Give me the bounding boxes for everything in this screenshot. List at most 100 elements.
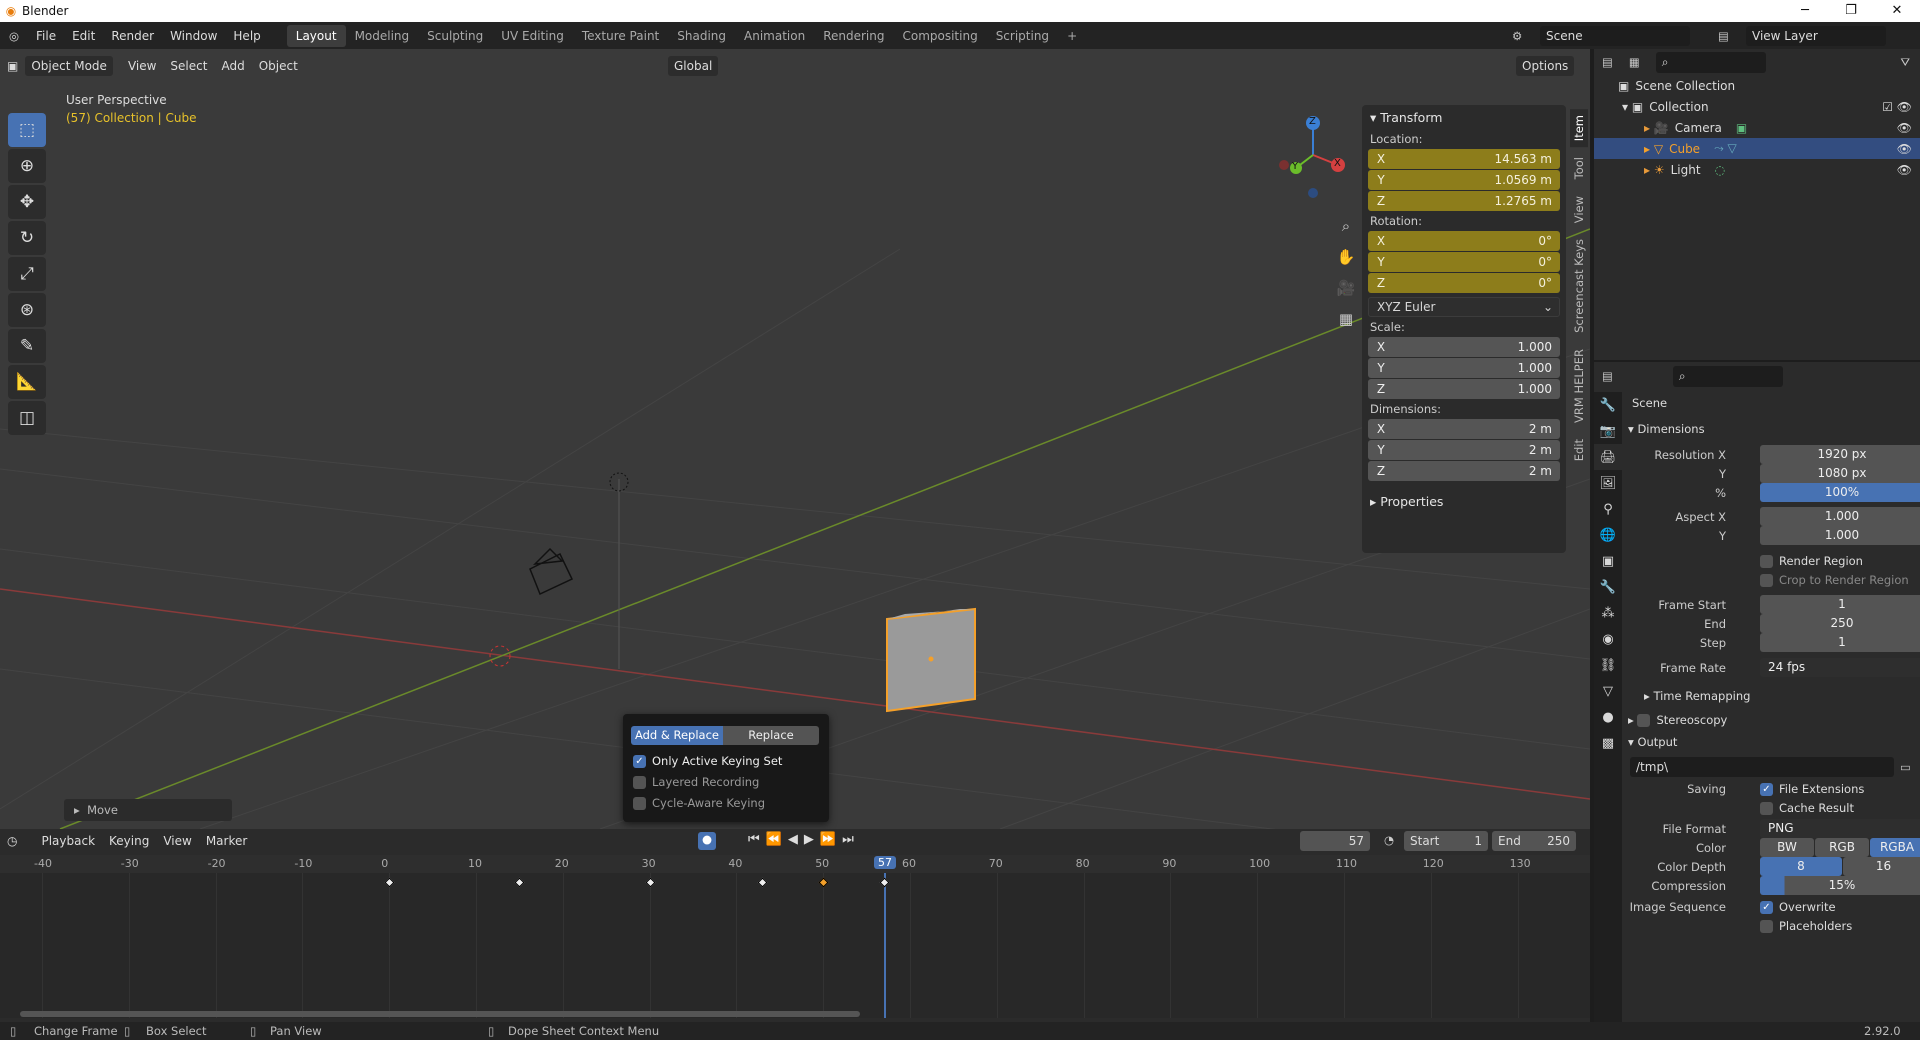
frame-step-field[interactable]: 1	[1760, 633, 1920, 652]
tab-edit[interactable]: Edit	[1570, 433, 1588, 467]
keyframe-marker[interactable]	[879, 877, 890, 888]
scene-collection-row[interactable]: ▣ Scene Collection	[1594, 75, 1920, 96]
timeline-editor-icon[interactable]: ◷	[0, 831, 24, 851]
scale-y[interactable]: Y 1.000	[1368, 358, 1560, 378]
menu-object[interactable]: Object	[252, 56, 305, 76]
tab-uv-editing[interactable]: UV Editing	[492, 25, 573, 47]
menu-render[interactable]: Render	[103, 29, 162, 43]
properties-subpanel-header[interactable]: ▸ Properties	[1362, 489, 1566, 513]
timeline-scrollbar[interactable]	[20, 1011, 860, 1017]
scale-tool-icon[interactable]: ⤢	[8, 257, 46, 291]
dimension-z[interactable]: Z2 m	[1368, 461, 1560, 481]
tab-shading[interactable]: Shading	[668, 25, 735, 47]
last-operator-panel[interactable]: ▸ Move	[64, 799, 232, 821]
end-frame-field[interactable]: End 250	[1492, 831, 1576, 851]
frame-rate-select[interactable]: 24 fps	[1760, 658, 1920, 677]
tab-animation[interactable]: Animation	[735, 25, 814, 47]
stereoscopy-panel-header[interactable]: ▸ Stereoscopy	[1622, 709, 1920, 730]
crop-region-checkbox[interactable]: Crop to Render Region	[1760, 573, 1909, 587]
zoom-icon[interactable]: ⌕	[1333, 211, 1359, 242]
folder-icon[interactable]: ▭	[1900, 760, 1911, 774]
depth-16-button[interactable]: 16	[1843, 857, 1920, 876]
options-button[interactable]: Options	[1516, 56, 1575, 76]
location-z[interactable]: Z 1.2765 m	[1368, 191, 1560, 211]
scene-icon[interactable]: ⚙	[1512, 29, 1522, 43]
measure-tool-icon[interactable]: 📐	[8, 365, 46, 399]
rotation-mode-select[interactable]: XYZ Euler ⌄	[1368, 297, 1560, 317]
render-tab-icon[interactable]: 📷	[1594, 418, 1622, 444]
keyframe-marker[interactable]	[818, 877, 829, 888]
maximize-button[interactable]: ❐	[1828, 0, 1874, 22]
select-box-tool-icon[interactable]: ⬚	[8, 113, 46, 147]
tab-vrm-helper[interactable]: VRM HELPER	[1570, 343, 1588, 429]
transform-header[interactable]: ▾ Transform	[1362, 105, 1566, 129]
view-layer-icon[interactable]: ▤	[1718, 29, 1729, 43]
outliner-search[interactable]: ⌕	[1655, 51, 1766, 73]
tab-tool[interactable]: Tool	[1570, 151, 1588, 185]
depth-8-button[interactable]: 8	[1760, 857, 1842, 876]
scale-z[interactable]: Z 1.000	[1368, 379, 1560, 399]
properties-editor-icon[interactable]: ▤	[1602, 369, 1613, 383]
camera-view-icon[interactable]: 🎥	[1333, 273, 1359, 304]
view-layer-selector[interactable]: View Layer	[1746, 25, 1886, 46]
pan-hand-icon[interactable]: ✋	[1333, 242, 1359, 273]
keyframe-marker[interactable]	[384, 877, 395, 888]
menu-window[interactable]: Window	[162, 29, 225, 43]
constraints-tab-icon[interactable]: ⛓	[1594, 652, 1622, 678]
data-tab-icon[interactable]: ▽	[1594, 678, 1622, 704]
render-region-checkbox[interactable]: Render Region	[1760, 554, 1863, 568]
resolution-x-field[interactable]: 1920 px	[1760, 445, 1920, 464]
mode-selector[interactable]: Object Mode	[25, 56, 113, 76]
outliner[interactable]: ▤ ▦ ⌕ ⛛ ▣ Scene Collection ▾ ▣ Collection ☑…	[1594, 49, 1920, 360]
outliner-light[interactable]: ▸ ☀ Light ◌ 👁	[1594, 159, 1920, 180]
keyframe-marker[interactable]	[514, 877, 525, 888]
particles-tab-icon[interactable]: ⁂	[1594, 600, 1622, 626]
frame-end-field[interactable]: 250	[1760, 614, 1920, 633]
dopesheet-summary[interactable]	[0, 873, 1590, 1018]
menu-file[interactable]: File	[28, 29, 64, 43]
tab-view[interactable]: View	[1570, 190, 1588, 229]
playhead-frame-label[interactable]: 57	[873, 856, 896, 869]
tab-scripting[interactable]: Scripting	[987, 25, 1058, 47]
overwrite-checkbox[interactable]: ✓ Overwrite	[1760, 900, 1836, 914]
compression-slider[interactable]: 15%	[1760, 876, 1920, 895]
menu-add[interactable]: Add	[214, 56, 251, 76]
collection-row[interactable]: ▾ ▣ Collection ☑ 👁	[1594, 96, 1920, 117]
color-rgba-button[interactable]: RGBA	[1870, 838, 1920, 857]
material-tab-icon[interactable]: ●	[1594, 704, 1622, 730]
menu-marker[interactable]: Marker	[199, 831, 254, 851]
tool-tab-icon[interactable]: 🔧	[1594, 392, 1622, 418]
add-replace-button[interactable]: Add & Replace	[631, 726, 723, 745]
timeline-editor[interactable]: ◷ Playback Keying View Marker ● ⏮⏪◀▶⏩⏭ 5…	[0, 829, 1590, 1022]
view-layer-tab-icon[interactable]: 🖼	[1594, 470, 1622, 496]
add-cube-tool-icon[interactable]: ◫	[8, 401, 46, 435]
dimension-y[interactable]: Y2 m	[1368, 440, 1560, 460]
current-frame-field[interactable]: 57	[1300, 831, 1370, 851]
dimensions-panel-header[interactable]: ▾ Dimensions	[1622, 418, 1920, 439]
cache-result-checkbox[interactable]: Cache Result	[1760, 801, 1854, 815]
tab-texture-paint[interactable]: Texture Paint	[573, 25, 668, 47]
properties-editor[interactable]: ▤ ⌕ 🔧 📷 🖨 🖼 ⚲ 🌐 ▣ 🔧 ⁂ ◉ ⛓ ▽ ● ▩ Scene ▾ …	[1594, 362, 1920, 1022]
object-tab-icon[interactable]: ▣	[1594, 548, 1622, 574]
3d-viewport[interactable]: ▣ Object Mode View Select Add Object Glo…	[0, 49, 1590, 829]
start-frame-field[interactable]: Start 1	[1404, 831, 1488, 851]
scene-selector[interactable]: Scene	[1540, 25, 1690, 46]
blender-menu-icon[interactable]: ◎	[0, 29, 28, 43]
record-button[interactable]: ●	[698, 832, 716, 850]
scene-tab-icon[interactable]: ⚲	[1594, 496, 1622, 522]
tab-screencast-keys[interactable]: Screencast Keys	[1570, 233, 1588, 339]
cursor-tool-icon[interactable]: ⊕	[8, 149, 46, 183]
filter-icon[interactable]: ⛛	[1900, 55, 1910, 70]
color-rgb-button[interactable]: RGB	[1815, 838, 1869, 857]
preview-range-icon[interactable]: ◔	[1384, 833, 1394, 847]
menu-view[interactable]: View	[121, 56, 163, 76]
file-extensions-checkbox[interactable]: ✓ File Extensions	[1760, 782, 1864, 796]
rotation-z[interactable]: Z 0°	[1368, 273, 1560, 293]
modifier-tab-icon[interactable]: 🔧	[1594, 574, 1622, 600]
rotate-tool-icon[interactable]: ↻	[8, 221, 46, 255]
scale-x[interactable]: X 1.000	[1368, 337, 1560, 357]
aspect-x-field[interactable]: 1.000	[1760, 507, 1920, 526]
world-tab-icon[interactable]: 🌐	[1594, 522, 1622, 548]
location-y[interactable]: Y 1.0569 m	[1368, 170, 1560, 190]
dimension-x[interactable]: X2 m	[1368, 419, 1560, 439]
